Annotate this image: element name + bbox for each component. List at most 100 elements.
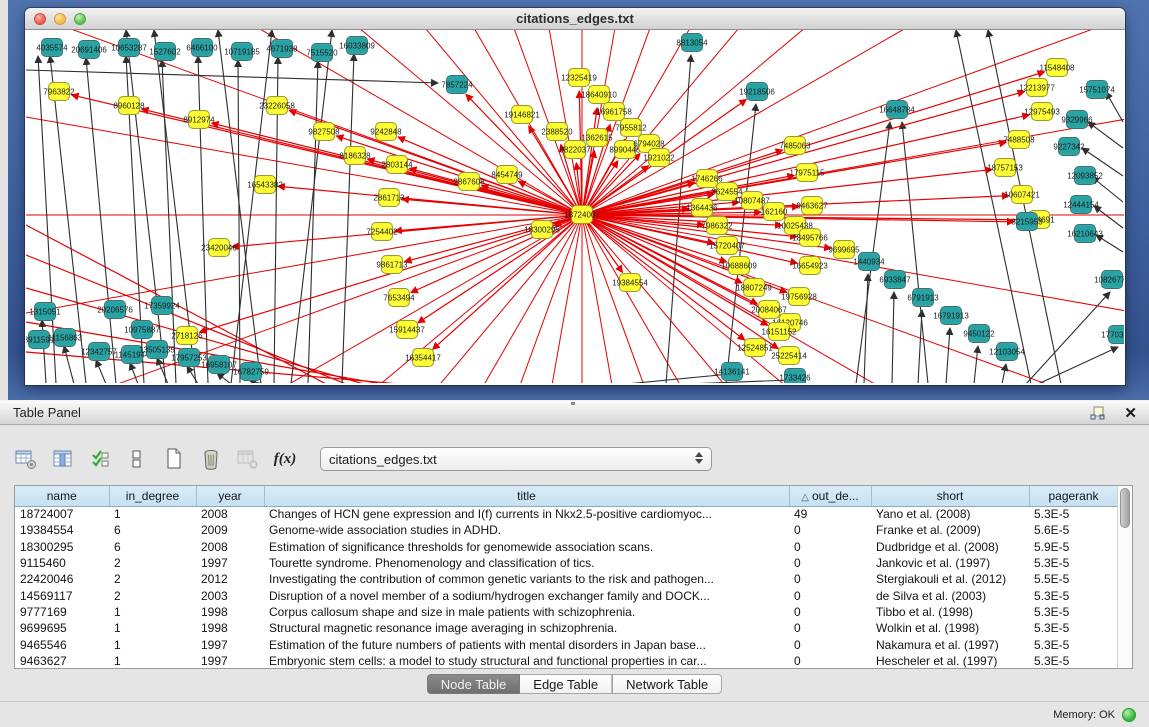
graph-node[interactable]: 20206576 <box>104 300 126 319</box>
graph-node[interactable]: 9463627 <box>801 196 823 215</box>
tab-edge-table[interactable]: Edge Table <box>520 674 612 694</box>
table-row[interactable]: 911546021997Tourette syndrome. Phenomeno… <box>15 555 1118 571</box>
graph-node[interactable]: 19384554 <box>619 273 641 292</box>
graph-node[interactable]: 6933847 <box>884 270 906 289</box>
graph-node[interactable]: 10653287 <box>118 38 140 57</box>
graph-node[interactable]: 6791913 <box>912 288 934 307</box>
table-cell[interactable]: Wolkin et al. (1998) <box>871 620 1029 636</box>
graph-node[interactable]: 1746266 <box>696 169 718 188</box>
graph-node[interactable]: 10719185 <box>231 42 253 61</box>
graph-node[interactable]: 16151152 <box>768 322 790 341</box>
graph-node[interactable]: 7485063 <box>784 136 806 155</box>
graph-node[interactable]: 11548408 <box>1046 58 1068 77</box>
graph-node[interactable]: 1440934 <box>858 252 880 271</box>
graph-node[interactable]: 9861713 <box>381 255 403 274</box>
table-cell[interactable]: 1 <box>109 604 196 620</box>
table-cell[interactable]: 6 <box>109 522 196 538</box>
table-cell[interactable]: 1997 <box>196 653 264 669</box>
graph-node[interactable]: 17975115 <box>796 163 818 182</box>
network-window[interactable]: citations_edges.txt 18724007796382289601… <box>25 8 1125 385</box>
table-cell[interactable]: 2012 <box>196 571 264 587</box>
graph-node[interactable]: 7963822 <box>48 82 70 101</box>
table-cell[interactable]: 2008 <box>196 539 264 555</box>
table-cell[interactable]: Estimation of the future numbers of pati… <box>264 636 789 652</box>
table-cell[interactable]: 9115460 <box>15 555 109 571</box>
graph-node[interactable]: 15914437 <box>396 320 418 339</box>
graph-node[interactable]: 1364436 <box>691 198 713 217</box>
graph-node[interactable]: 9450122 <box>968 324 990 343</box>
graph-node[interactable]: 3911591 <box>28 330 50 349</box>
table-cell[interactable]: 5.3E-5 <box>1029 555 1118 571</box>
select-all-rows-icon[interactable] <box>88 447 112 471</box>
graph-node[interactable]: 16648784 <box>886 100 908 119</box>
tab-node-table[interactable]: Node Table <box>427 674 521 694</box>
graph-node[interactable]: 9227342 <box>1058 137 1080 156</box>
graph-node[interactable]: 1527602 <box>154 42 176 61</box>
graph-node[interactable]: 7955812 <box>620 118 642 137</box>
table-scrollbar-thumb[interactable] <box>1120 488 1130 528</box>
column-header-year[interactable]: year <box>196 486 264 506</box>
table-cell[interactable]: Genome-wide association studies in ADHD. <box>264 522 789 538</box>
graph-node[interactable]: 162160 <box>763 202 785 221</box>
table-row[interactable]: 1830029562008Estimation of significance … <box>15 539 1118 555</box>
table-cell[interactable]: Franke et al. (2009) <box>871 522 1029 538</box>
graph-node[interactable]: 10688609 <box>728 256 750 275</box>
show-columns-icon[interactable] <box>51 447 75 471</box>
table-cell[interactable]: 0 <box>789 587 871 603</box>
graph-node[interactable]: 17957253 <box>178 348 200 367</box>
table-cell[interactable]: Stergiakouli et al. (2012) <box>871 571 1029 587</box>
graph-node[interactable]: 2861713 <box>378 188 400 207</box>
graph-node[interactable]: 1315051 <box>34 302 56 321</box>
table-cell[interactable]: 5.3E-5 <box>1029 636 1118 652</box>
float-panel-icon[interactable] <box>1085 402 1109 426</box>
graph-node[interactable]: 17359924 <box>151 296 173 315</box>
graph-node[interactable]: 7857224 <box>446 75 468 94</box>
table-cell[interactable]: 0 <box>789 620 871 636</box>
panel-divider-handle[interactable] <box>568 402 578 409</box>
graph-node[interactable]: 12975493 <box>1031 102 1053 121</box>
table-cell[interactable]: 0 <box>789 555 871 571</box>
table-cell[interactable]: 18724007 <box>15 506 109 522</box>
graph-node[interactable]: 12342757 <box>88 342 110 361</box>
graph-node[interactable]: 12093852 <box>1074 166 1096 185</box>
graph-node[interactable]: 10807487 <box>741 191 763 210</box>
row-selection-icon[interactable] <box>125 447 149 471</box>
graph-node[interactable]: 8912974 <box>188 110 210 129</box>
column-header-name[interactable]: name <box>15 486 109 506</box>
table-cell[interactable]: 1 <box>109 506 196 522</box>
graph-node[interactable]: 23226058 <box>266 96 288 115</box>
table-cell[interactable]: 0 <box>789 653 871 669</box>
create-table-icon[interactable] <box>162 447 186 471</box>
graph-node[interactable]: 12213977 <box>1026 78 1048 97</box>
graph-node[interactable]: 3624554 <box>716 182 738 201</box>
table-cell[interactable]: 2 <box>109 555 196 571</box>
table-row[interactable]: 1938455462009Genome-wide association stu… <box>15 522 1118 538</box>
graph-node[interactable]: 8822037 <box>564 140 586 159</box>
table-row[interactable]: 946554611997Estimation of the future num… <box>15 636 1118 652</box>
column-header-out_de[interactable]: △out_de... <box>789 486 871 506</box>
table-cell[interactable]: 22420046 <box>15 571 109 587</box>
table-cell[interactable]: 0 <box>789 539 871 555</box>
graph-node[interactable]: 17703410 <box>1108 325 1124 344</box>
table-cell[interactable]: 1 <box>109 653 196 669</box>
graph-node[interactable]: 8960128 <box>118 96 140 115</box>
graph-node[interactable]: 18807249 <box>743 278 765 297</box>
tab-network-table[interactable]: Network Table <box>612 674 722 694</box>
graph-node[interactable]: 16791913 <box>940 306 962 325</box>
graph-node[interactable]: 14136141 <box>721 362 743 381</box>
delete-table-icon[interactable] <box>199 447 223 471</box>
graph-node[interactable]: 13505135 <box>146 340 168 359</box>
table-cell[interactable]: Nakamura et al. (1997) <box>871 636 1029 652</box>
table-cell[interactable]: 0 <box>789 636 871 652</box>
graph-node[interactable]: 8990445 <box>614 140 636 159</box>
graph-node[interactable]: 15720407 <box>716 236 738 255</box>
column-header-pagerank[interactable]: pagerank <box>1029 486 1118 506</box>
graph-node[interactable]: 8454749 <box>496 165 518 184</box>
graph-node[interactable]: 8813054 <box>681 33 703 52</box>
graph-node[interactable]: 16654923 <box>799 256 821 275</box>
graph-node[interactable]: 16958107 <box>208 355 230 374</box>
table-cell[interactable]: 0 <box>789 571 871 587</box>
table-row[interactable]: 2242004622012Investigating the contribut… <box>15 571 1118 587</box>
column-header-title[interactable]: title <box>264 486 789 506</box>
table-cell[interactable]: Hescheler et al. (1997) <box>871 653 1029 669</box>
